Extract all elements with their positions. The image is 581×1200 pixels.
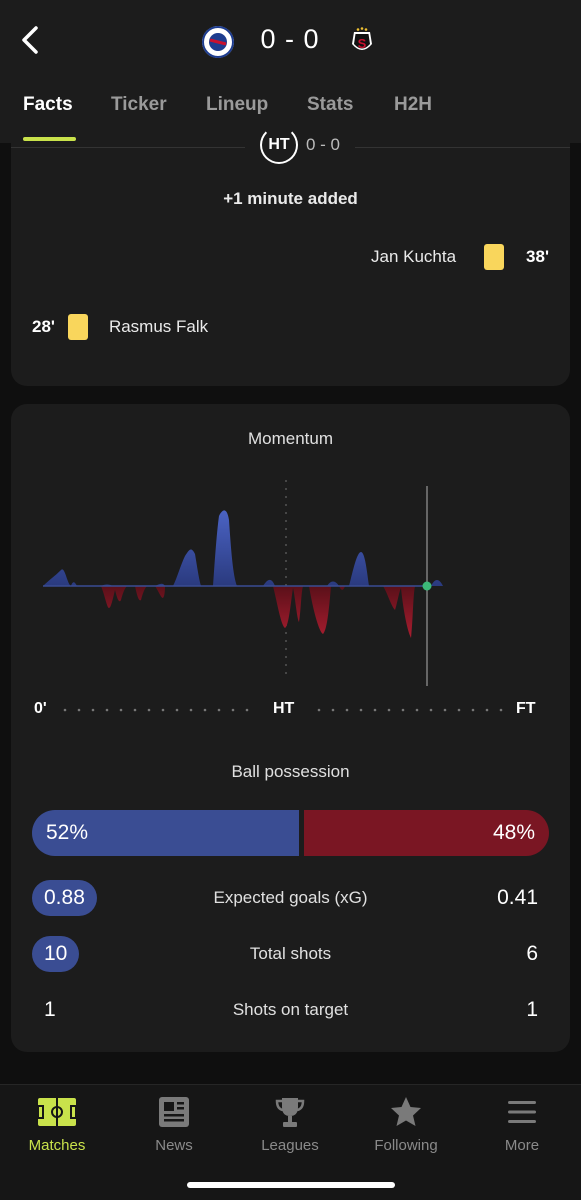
yellow-card-icon xyxy=(484,244,505,270)
timeline-dots-first xyxy=(63,708,249,712)
event-player: Jan Kuchta xyxy=(370,247,457,266)
nav-matches[interactable]: Matches xyxy=(7,1095,107,1154)
momentum-title: Momentum xyxy=(247,429,334,448)
event-minute: 28' xyxy=(32,317,55,336)
possession-away-bar: 48% xyxy=(304,810,549,856)
star-icon xyxy=(386,1095,426,1129)
added-time: +1 minute added xyxy=(223,189,358,208)
timeline-start: 0' xyxy=(34,700,47,717)
pitch-icon xyxy=(37,1095,77,1129)
nav-label: Leagues xyxy=(261,1137,319,1154)
svg-text:S: S xyxy=(358,36,367,51)
timeline-dots-second xyxy=(317,708,503,712)
nav-more[interactable]: More xyxy=(472,1095,572,1154)
nav-label: Following xyxy=(374,1137,438,1154)
active-tab-indicator xyxy=(23,137,76,141)
events-card: HT 0 - 0 +1 minute added Jan Kuchta 38' … xyxy=(11,126,570,386)
stat-away-value: 1 xyxy=(526,998,538,1021)
tab-facts[interactable]: Facts xyxy=(23,94,73,116)
stat-row-total-shots: 10 Total shots 6 xyxy=(11,936,570,972)
stat-label: Shots on target xyxy=(232,1000,349,1019)
event-row-home[interactable]: 28' Rasmus Falk xyxy=(32,314,208,340)
away-team-crest[interactable]: S xyxy=(346,26,378,58)
momentum-chart xyxy=(43,480,443,686)
stat-away-value: 6 xyxy=(526,942,538,965)
home-indicator[interactable] xyxy=(187,1182,395,1188)
tab-h2h[interactable]: H2H xyxy=(394,94,432,116)
home-team-crest[interactable] xyxy=(202,26,234,58)
stats-card: Momentum 0' HT FT Ball possession 52% 48… xyxy=(11,404,570,1052)
tab-lineup[interactable]: Lineup xyxy=(206,94,268,116)
timeline-end: FT xyxy=(516,700,536,717)
event-player: Rasmus Falk xyxy=(108,317,209,336)
event-minute: 38' xyxy=(526,247,549,266)
newspaper-icon xyxy=(154,1095,194,1129)
momentum-away-area xyxy=(101,586,415,638)
momentum-current-dot xyxy=(422,581,432,591)
stat-label: Total shots xyxy=(249,944,332,963)
halftime-label: HT xyxy=(268,136,290,153)
stat-away-value: 0.41 xyxy=(497,886,538,909)
nav-label: Matches xyxy=(28,1137,86,1154)
halftime-score: 0 - 0 xyxy=(305,135,341,154)
halftime-badge: HT 0 - 0 xyxy=(245,126,355,164)
tab-ticker[interactable]: Ticker xyxy=(111,94,167,116)
tab-stats[interactable]: Stats xyxy=(307,94,353,116)
nav-label: More xyxy=(504,1137,540,1154)
match-score: 0 - 0 xyxy=(260,24,320,54)
timeline-mid: HT xyxy=(273,700,295,717)
nav-leagues[interactable]: Leagues xyxy=(240,1095,340,1154)
menu-icon xyxy=(502,1095,542,1129)
stat-row-xg: 0.88 Expected goals (xG) 0.41 xyxy=(11,880,570,916)
nav-following[interactable]: Following xyxy=(356,1095,456,1154)
chevron-left-icon xyxy=(22,26,38,54)
possession-title: Ball possession xyxy=(231,762,350,781)
back-button[interactable] xyxy=(14,22,46,58)
match-header: 0 - 0 S Facts Ticker Lineup Stats H2H xyxy=(0,0,581,143)
possession-home-bar: 52% xyxy=(32,810,299,856)
stat-label: Expected goals (xG) xyxy=(213,888,368,907)
possession-home-value: 52% xyxy=(46,821,89,844)
halftime-circle: HT xyxy=(259,126,298,164)
yellow-card-icon xyxy=(67,314,88,340)
nav-news[interactable]: News xyxy=(124,1095,224,1154)
momentum-home-area xyxy=(43,510,443,586)
nav-label: News xyxy=(155,1137,193,1154)
possession-away-value: 48% xyxy=(492,821,535,844)
event-row-away[interactable]: Jan Kuchta 38' xyxy=(371,244,549,270)
stat-row-shots-on-target: 1 Shots on target 1 xyxy=(11,992,570,1028)
trophy-icon xyxy=(270,1095,310,1129)
match-timeline: 0' HT FT xyxy=(11,700,570,724)
